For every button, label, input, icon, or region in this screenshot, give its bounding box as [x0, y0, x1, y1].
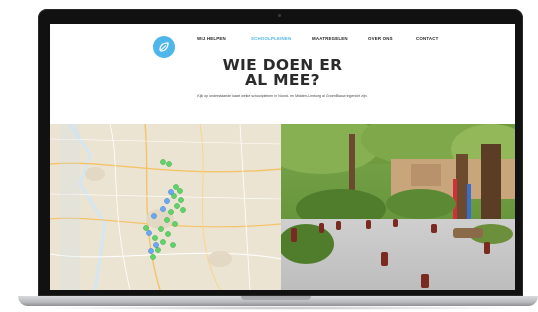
laptop-mockup: WIJ HELPEN SCHOOLPLEINEN MAATREGELEN OVE… — [0, 0, 538, 312]
nav-item-over-ons[interactable]: OVER ONS — [368, 36, 393, 41]
school-marker — [173, 184, 179, 190]
school-marker — [180, 207, 186, 213]
school-marker — [160, 239, 166, 245]
laptop-shadow — [30, 306, 530, 310]
school-marker — [168, 189, 174, 195]
school-marker — [160, 206, 166, 212]
school-marker — [164, 198, 170, 204]
nav-item-maatregelen[interactable]: MAATREGELEN — [312, 36, 348, 41]
school-marker — [152, 235, 158, 241]
map-markers — [143, 159, 186, 260]
laptop-notch — [241, 296, 311, 300]
schools-map[interactable] — [50, 124, 281, 290]
schoolyard-image — [281, 124, 515, 290]
school-marker — [151, 213, 157, 219]
school-marker — [150, 254, 156, 260]
school-marker — [172, 221, 178, 227]
school-marker — [177, 188, 183, 194]
webcam-icon — [278, 14, 281, 17]
school-marker — [155, 247, 161, 253]
school-marker — [170, 242, 176, 248]
page-subtitle: Kijk op onderstaande kaart welke schoolp… — [197, 94, 368, 98]
school-marker — [148, 248, 154, 254]
school-marker — [158, 226, 164, 232]
main-navigation: WIJ HELPEN SCHOOLPLEINEN MAATREGELEN OVE… — [50, 36, 515, 46]
schoolyard-photo — [281, 124, 515, 290]
school-marker — [174, 203, 180, 209]
school-marker — [178, 197, 184, 203]
school-marker — [160, 159, 166, 165]
school-marker — [168, 209, 174, 215]
school-marker — [143, 225, 149, 231]
school-marker — [146, 230, 152, 236]
nav-item-schoolpleinen[interactable]: SCHOOLPLEINEN — [251, 36, 291, 41]
school-marker — [153, 242, 159, 248]
school-marker — [166, 161, 172, 167]
nav-item-wij-helpen[interactable]: WIJ HELPEN — [197, 36, 226, 41]
page-title-line-2: AL MEE? — [245, 71, 320, 89]
website-screen: WIJ HELPEN SCHOOLPLEINEN MAATREGELEN OVE… — [50, 24, 515, 290]
school-marker — [165, 231, 171, 237]
nav-item-contact[interactable]: CONTACT — [416, 36, 439, 41]
school-marker — [164, 217, 170, 223]
